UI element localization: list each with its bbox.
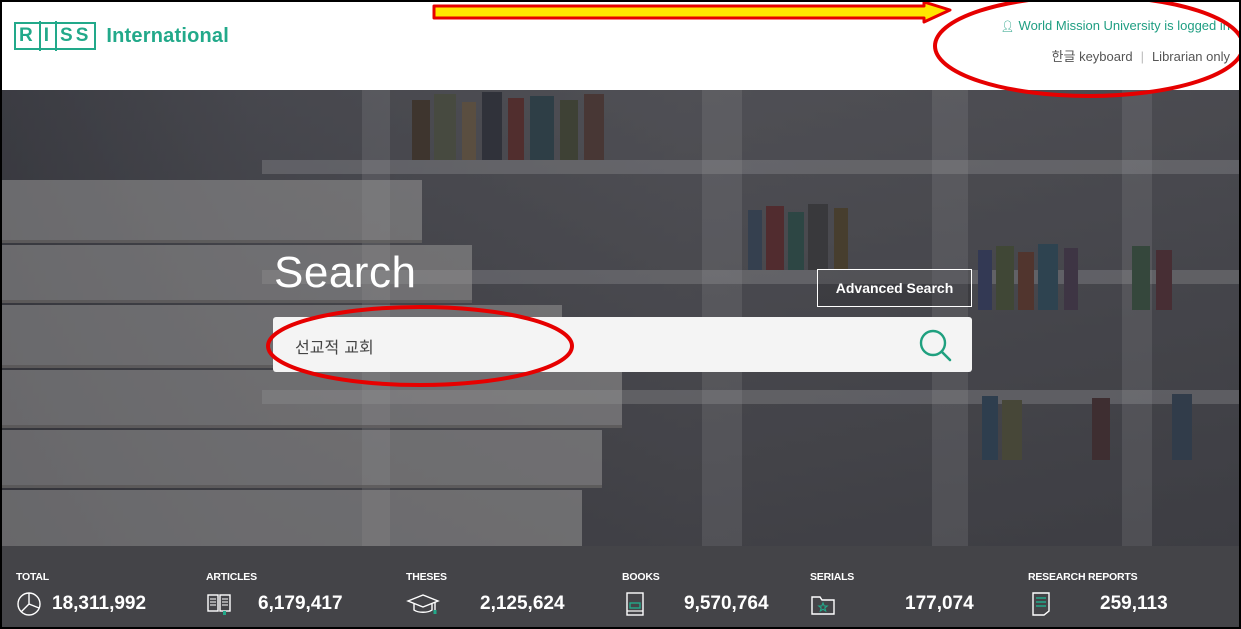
stat-label: BOOKS (622, 571, 660, 583)
logo-text: International (106, 24, 229, 47)
search-icon[interactable] (918, 328, 952, 362)
stat-theses[interactable]: THESES 2,125,624 (406, 546, 616, 627)
page-frame: R I SS International 👤︎ World Mission Unive… (0, 0, 1241, 629)
stat-label: THESES (406, 571, 447, 583)
stat-serials[interactable]: SERIALS 177,074 (810, 546, 1000, 627)
book-icon (626, 592, 644, 616)
stat-total[interactable]: TOTAL 18,311,992 (16, 546, 206, 627)
search-heading: Search (274, 248, 417, 297)
advanced-search-button[interactable]: Advanced Search (817, 269, 972, 307)
stat-label: SERIALS (810, 571, 855, 583)
annotation-arrow (432, 2, 952, 24)
folder-star-icon (811, 596, 835, 615)
stat-research-reports[interactable]: RESEARCH REPORTS 259,113 (1028, 546, 1238, 627)
document-icon (1032, 592, 1050, 616)
stat-label: RESEARCH REPORTS (1028, 571, 1138, 583)
logo-mark: R I SS (14, 21, 97, 51)
stat-value: 259,113 (1100, 593, 1168, 614)
stat-books[interactable]: BOOKS 9,570,764 (622, 546, 812, 627)
riss-logo[interactable]: R I SS International (14, 21, 229, 51)
hero-banner: Search Advanced Search (2, 90, 1239, 546)
annotation-ellipse-search (266, 305, 574, 387)
stat-label: ARTICLES (206, 571, 257, 583)
stat-value: 18,311,992 (52, 593, 147, 614)
stat-value: 9,570,764 (684, 593, 769, 614)
stat-value: 2,125,624 (480, 593, 565, 614)
pie-chart-icon (17, 592, 41, 616)
stat-value: 6,179,417 (258, 593, 343, 614)
annotation-ellipse-login (933, 2, 1239, 98)
graduation-cap-icon (406, 594, 440, 614)
stat-value: 177,074 (905, 593, 974, 614)
open-book-icon (207, 594, 231, 615)
statistics-bar: TOTAL 18,311,992 ARTICLES 6,179,417 THES… (2, 546, 1239, 627)
stat-articles[interactable]: ARTICLES 6,179,417 (206, 546, 406, 627)
stat-label: TOTAL (16, 571, 50, 583)
